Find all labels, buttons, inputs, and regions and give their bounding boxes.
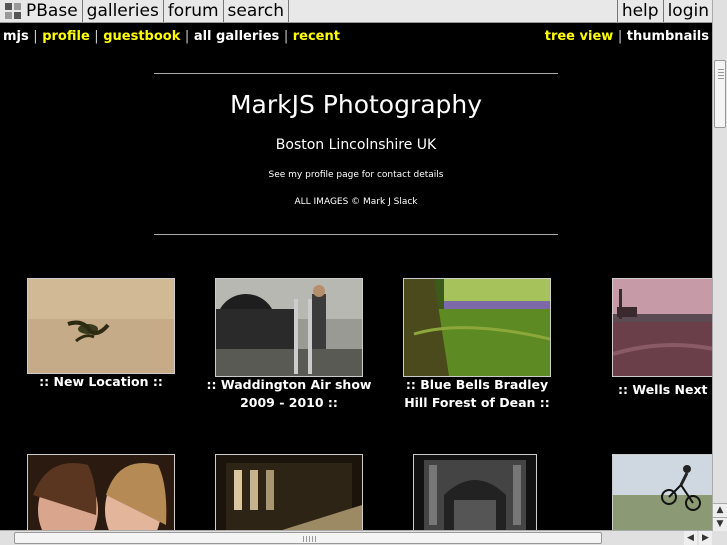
thumbnail-image <box>216 279 362 376</box>
pbase-home-link[interactable]: PBase <box>0 0 83 22</box>
page-subtitle: Boston Lincolnshire UK <box>275 137 437 153</box>
gallery-thumbnail-cathedral[interactable] <box>413 454 537 531</box>
arrow-left-icon[interactable]: ◀ <box>684 531 697 545</box>
thumbnail-image <box>613 455 713 531</box>
caption-line: :: Blue Bells Bradley <box>405 377 549 392</box>
thumbnail-image <box>216 455 362 531</box>
top-nav-bar: PBase galleries forum search help login <box>0 0 713 23</box>
arrow-down-icon[interactable]: ▼ <box>713 517 727 531</box>
header-bottom-rule <box>154 234 558 235</box>
separator: | <box>283 29 289 44</box>
grip-icon <box>303 536 317 542</box>
brand-label: PBase <box>26 1 78 21</box>
thumbnail-image <box>613 279 713 376</box>
vertical-scroll-thumb[interactable] <box>714 60 726 128</box>
gallery-thumbnail-waddington[interactable] <box>215 278 363 377</box>
separator: | <box>617 29 623 44</box>
gallery-thumbnail-cloister[interactable] <box>215 454 363 531</box>
profile-link[interactable]: profile <box>42 29 90 44</box>
pbase-logo-icon <box>5 3 21 19</box>
help-nav-link[interactable]: help <box>616 0 663 22</box>
header-top-rule <box>154 73 558 74</box>
contact-note: See my profile page for contact details <box>268 170 444 180</box>
thumbnail-image <box>404 279 550 376</box>
caption-line: :: Waddington Air show <box>206 377 372 392</box>
caption-line: :: New Location :: <box>39 374 163 389</box>
arrow-right-icon[interactable]: ▶ <box>699 531 712 545</box>
caption-line: 2009 - 2010 :: <box>240 395 338 410</box>
horizontal-scrollbar[interactable]: ◀ ▶ <box>0 530 713 545</box>
gallery-thumbnail-bluebells[interactable] <box>403 278 551 377</box>
forum-nav-link[interactable]: forum <box>164 0 224 22</box>
thumbnail-image <box>28 279 174 373</box>
vertical-scrollbar[interactable]: ▲ ▼ <box>712 0 727 531</box>
horizontal-scroll-thumb[interactable] <box>14 532 602 544</box>
separator: | <box>33 29 38 44</box>
tree-view-link[interactable]: tree view <box>545 29 614 44</box>
guestbook-link[interactable]: guestbook <box>103 29 180 44</box>
gallery-caption[interactable]: :: New Location :: <box>27 373 175 391</box>
gallery-caption[interactable]: :: Wells Next th <box>618 381 727 399</box>
gallery-thumbnail-new-location[interactable] <box>27 278 175 374</box>
sub-nav-bar: mjs | profile | guestbook | all gallerie… <box>0 24 713 48</box>
thumbnail-image <box>414 455 536 531</box>
gallery-thumbnail-bike[interactable] <box>612 454 713 531</box>
recent-link[interactable]: recent <box>293 29 340 44</box>
gallery-caption[interactable]: :: Blue Bells Bradley Hill Forest of Dea… <box>388 376 566 412</box>
caption-line: Hill Forest of Dean :: <box>404 395 550 410</box>
gallery-thumbnail-portrait[interactable] <box>27 454 175 531</box>
separator: | <box>184 29 190 44</box>
thumbnail-image <box>28 455 174 531</box>
grip-icon <box>718 69 724 79</box>
galleries-nav-link[interactable]: galleries <box>83 0 164 22</box>
login-nav-link[interactable]: login <box>662 0 713 22</box>
page-title: MarkJS Photography <box>229 90 483 119</box>
search-nav-link[interactable]: search <box>224 0 290 22</box>
gallery-thumbnail-wells[interactable] <box>612 278 713 377</box>
user-link[interactable]: mjs <box>3 29 29 44</box>
gallery-caption[interactable]: :: Waddington Air show 2009 - 2010 :: <box>200 376 378 412</box>
copyright-note: ALL IMAGES © Mark J Slack <box>294 197 418 207</box>
all-galleries-link[interactable]: all galleries <box>194 29 279 44</box>
scrollbar-corner <box>713 531 727 545</box>
separator: | <box>94 29 99 44</box>
caption-line: :: Wells Next th <box>618 382 727 397</box>
arrow-up-icon[interactable]: ▲ <box>713 503 727 517</box>
thumbnails-link[interactable]: thumbnails <box>627 29 709 44</box>
